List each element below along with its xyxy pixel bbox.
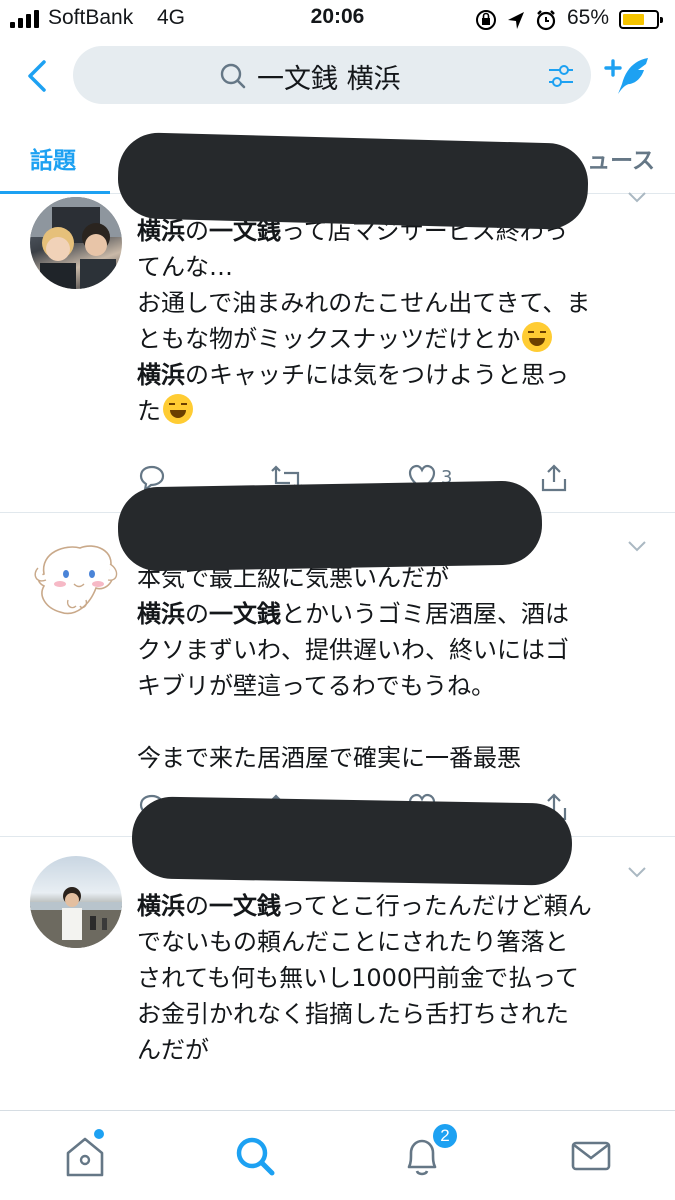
tweet-text-run: お通しで油まみれのたこせん出てきて、ま xyxy=(137,289,591,317)
chevron-down-icon[interactable] xyxy=(627,191,647,203)
tweet-text-run: お金引かれなく指摘したら舌打ちされた xyxy=(137,1000,569,1028)
tweet-card[interactable]: 横浜の一文銭って店マジサービス終わっ てんな… お通しで油まみれのたこせん出てきて、… xyxy=(0,192,675,513)
tweet-line: た xyxy=(137,393,657,429)
tweet-text-run: のキャッチには気をつけようと思っ xyxy=(185,361,569,389)
tweet-line: 今まで来た居酒屋で確実に一番最悪 xyxy=(137,740,657,776)
tweet-text-run: んだが xyxy=(137,1036,209,1064)
tired-face-emoji xyxy=(163,394,193,424)
tweet-line: んだが xyxy=(137,1032,657,1068)
tweet-text-run: キブリが壁這ってるわでもうね。 xyxy=(137,672,496,700)
compose-tweet-icon[interactable] xyxy=(602,54,652,98)
system-status-icons xyxy=(476,10,556,31)
tweet-text-run: でないもの頼んだことにされたり箸落と xyxy=(137,928,569,956)
tweet-text-run: クソまずいわ、提供遅いわ、終いにはゴ xyxy=(137,636,569,664)
share-icon[interactable] xyxy=(539,463,569,493)
tweet-line: 横浜の一文銭とかいうゴミ居酒屋、酒は xyxy=(137,596,657,632)
status-bar: SoftBank 4G 20:06 65% xyxy=(0,0,675,38)
tweet-line: されても何も無いし1000円前金で払って xyxy=(137,960,657,996)
tweet-line: てんな… xyxy=(137,249,657,285)
tweet-line: 横浜の一文銭ってとこ行ったんだけど頼ん xyxy=(137,888,657,924)
tweet-text-run: とかいうゴミ居酒屋、酒は xyxy=(281,600,569,628)
avatar[interactable] xyxy=(30,856,122,948)
search-highlight[interactable]: 横浜 xyxy=(137,361,185,389)
home-unread-dot xyxy=(94,1129,104,1139)
battery-percentage: 65% xyxy=(567,6,610,29)
search-highlight[interactable]: 一文銭 xyxy=(209,892,281,920)
avatar[interactable] xyxy=(30,534,122,626)
tweet-line: クソまずいわ、提供遅いわ、終いにはゴ xyxy=(137,632,657,668)
back-chevron-icon[interactable] xyxy=(20,56,56,96)
active-tab-indicator xyxy=(0,191,110,194)
home-icon[interactable] xyxy=(60,1131,110,1181)
tweet-text-run: されても何も無いし1000円前金で払って xyxy=(137,964,579,992)
search-highlight[interactable]: 一文銭 xyxy=(209,600,281,628)
search-icon[interactable] xyxy=(230,1131,280,1181)
redaction-mark xyxy=(131,796,573,886)
tab-top[interactable]: 話題 xyxy=(30,141,76,175)
search-highlight[interactable]: 横浜 xyxy=(137,217,185,245)
search-icon xyxy=(220,63,246,89)
tweet-text-run: の xyxy=(185,217,209,245)
tweet-text-run: ってとこ行ったんだけど頼ん xyxy=(281,892,592,920)
tweet-line: ともな物がミックスナッツだけとか xyxy=(137,321,657,357)
redaction-mark xyxy=(117,480,543,572)
bottom-tab-bar xyxy=(0,1110,675,1200)
tweet-line: お金引かれなく指摘したら舌打ちされた xyxy=(137,996,657,1032)
tweet-line: 横浜のキャッチには気をつけようと思っ xyxy=(137,357,657,393)
avatar[interactable] xyxy=(30,197,122,289)
tweet-text-run: の xyxy=(185,892,209,920)
search-query[interactable]: 一文銭 横浜 xyxy=(257,57,401,96)
tweet-line: キブリが壁這ってるわでもうね。 xyxy=(137,668,657,704)
tweet-line: お通しで油まみれのたこせん出てきて、ま xyxy=(137,285,657,321)
notification-badge: 2 xyxy=(431,1122,459,1150)
tweet-text-run: 今まで来た居酒屋で確実に一番最悪 xyxy=(137,744,521,772)
location-arrow-icon xyxy=(508,12,524,29)
tweet-text: 本気で最上級に気悪いんだが 横浜の一文銭とかいうゴミ居酒屋、酒は クソまずいわ、提供… xyxy=(137,560,657,776)
chevron-down-icon[interactable] xyxy=(627,866,647,878)
chevron-down-icon[interactable] xyxy=(627,540,647,552)
search-highlight[interactable]: 横浜 xyxy=(137,600,185,628)
tweet-line xyxy=(137,704,657,740)
redaction-mark xyxy=(116,131,590,231)
search-highlight[interactable]: 横浜 xyxy=(137,892,185,920)
tweet-text-run: てんな… xyxy=(137,253,233,281)
messages-icon[interactable] xyxy=(566,1131,616,1181)
filter-sliders-icon[interactable] xyxy=(547,62,575,90)
sweat-smile-emoji xyxy=(522,322,553,352)
tweet-text-run: ともな物がミックスナッツだけとか xyxy=(137,325,521,353)
tweet-text: 横浜の一文銭ってとこ行ったんだけど頼んでないもの頼んだことにされたり箸落と されて… xyxy=(137,888,657,1068)
tweet-text: 横浜の一文銭って店マジサービス終わっ てんな… お通しで油まみれのたこせん出てきて、… xyxy=(137,213,657,429)
tweet-line: でないもの頼んだことにされたり箸落と xyxy=(137,924,657,960)
orientation-lock-icon xyxy=(476,10,496,30)
battery-icon xyxy=(619,10,663,29)
tab-news[interactable]: ュース xyxy=(587,141,655,175)
tweet-text-run: た xyxy=(137,397,161,425)
alarm-icon xyxy=(536,10,556,31)
tweet-text-run: の xyxy=(185,600,209,628)
search-bar[interactable]: 一文銭 横浜 xyxy=(73,46,591,104)
